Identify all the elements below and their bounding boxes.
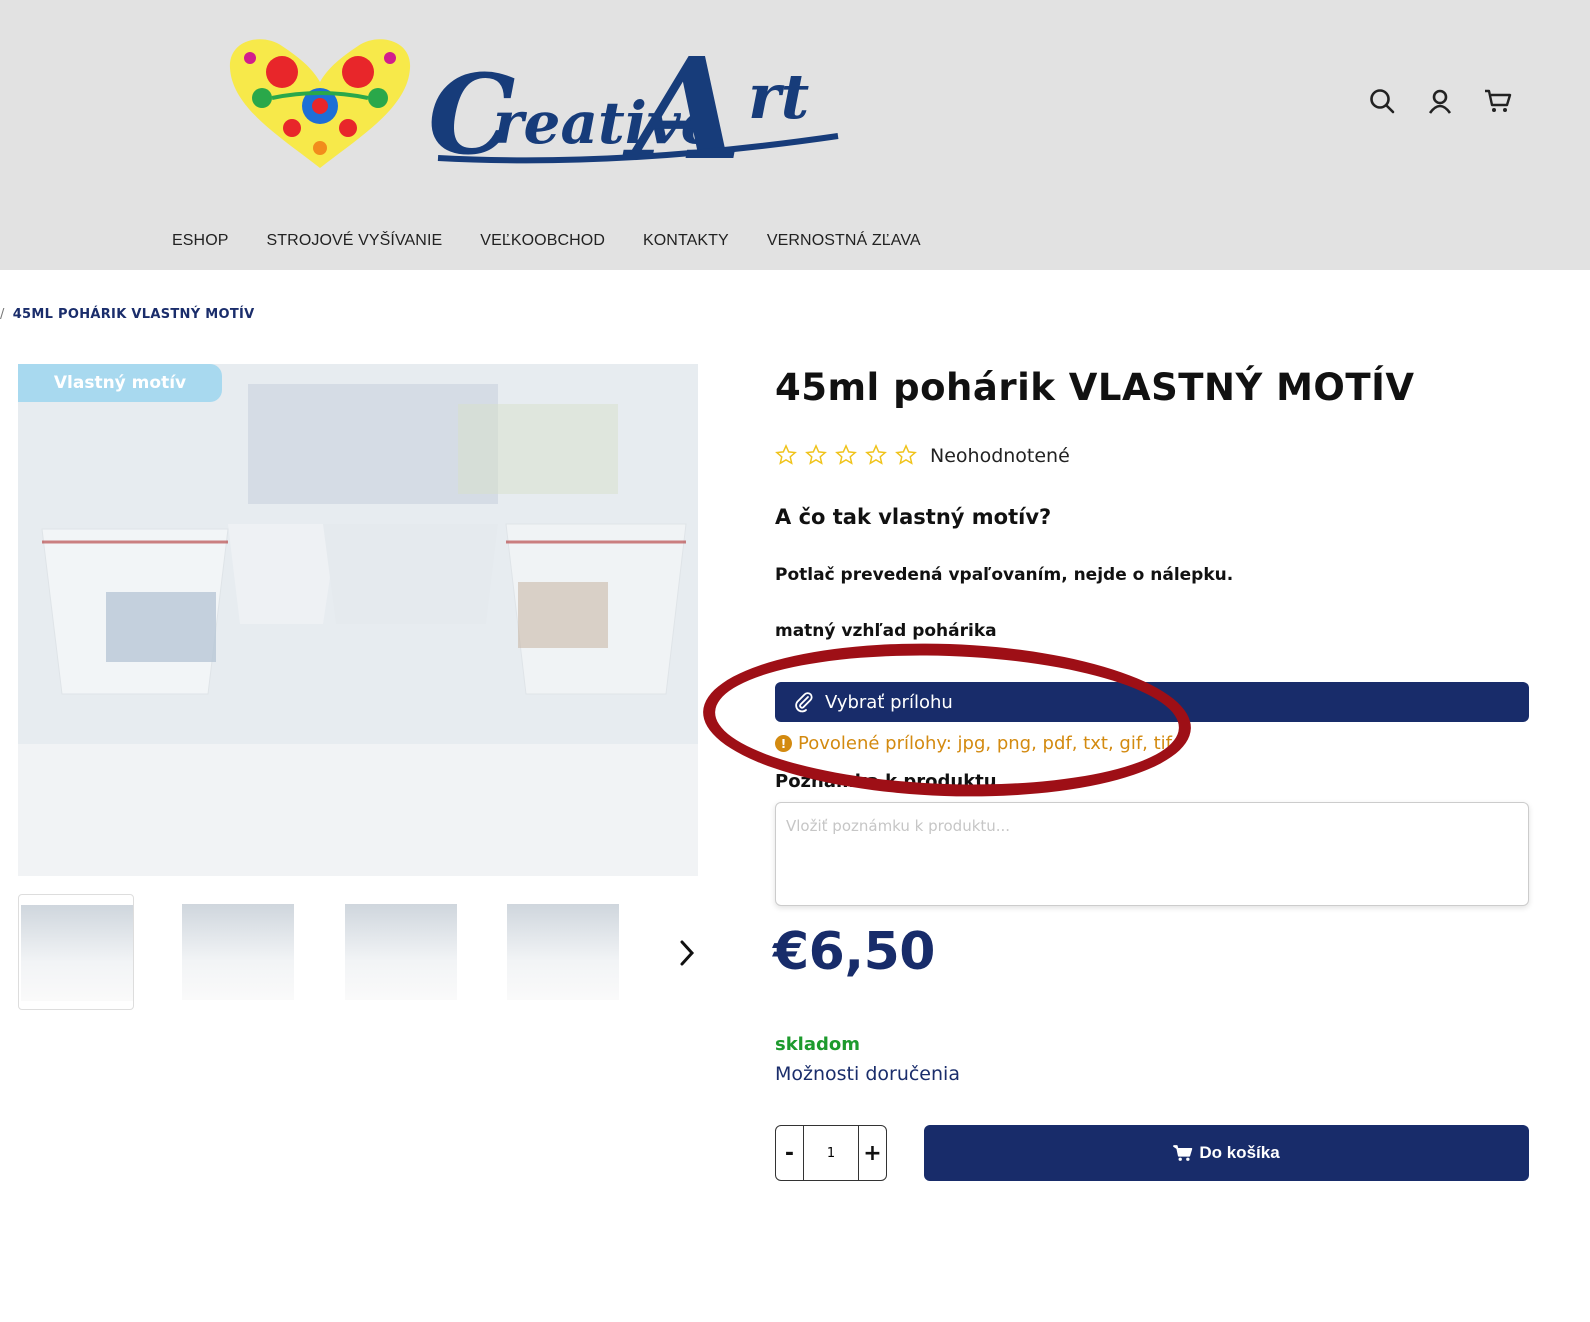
- star-empty-icon: [805, 444, 827, 465]
- breadcrumb: / 45ML POHÁRIK VLASTNÝ MOTÍV: [0, 307, 255, 322]
- product-thumbnail[interactable]: [343, 894, 459, 1010]
- creativeart-logo-text[interactable]: C reative A rt: [418, 8, 858, 193]
- attach-file-label: Vybrať prílohu: [825, 691, 953, 713]
- star-empty-icon: [865, 444, 887, 465]
- star-empty-icon: [895, 444, 917, 465]
- account-button[interactable]: [1425, 86, 1455, 116]
- product-description-1: Potlač prevedená vpaľovaním, nejde o nál…: [775, 565, 1234, 585]
- search-icon: [1370, 89, 1395, 114]
- main-nav: ESHOP STROJOVÉ VYŠÍVANIE VEĽKOOBCHOD KON…: [172, 232, 959, 250]
- product-note-field[interactable]: [775, 802, 1529, 906]
- attach-file-button[interactable]: Vybrať prílohu: [775, 682, 1529, 722]
- cart-icon: [1485, 89, 1512, 112]
- rating-stars: [775, 444, 917, 466]
- product-thumbnail[interactable]: [18, 894, 134, 1010]
- add-to-cart-label: Do košíka: [1199, 1143, 1280, 1162]
- cart-header-button[interactable]: [1483, 86, 1513, 116]
- quantity-decrease-button[interactable]: -: [776, 1126, 803, 1180]
- product-thumbnail[interactable]: [180, 894, 296, 1010]
- product-main-image[interactable]: [18, 364, 698, 876]
- allowed-attachments-notice: ! Povolené prílohy: jpg, png, pdf, txt, …: [775, 733, 1172, 754]
- search-button[interactable]: [1367, 86, 1397, 116]
- star-empty-icon: [835, 444, 857, 465]
- product-thumbnail[interactable]: [505, 894, 621, 1010]
- svg-text:rt: rt: [748, 60, 810, 133]
- user-icon: [1428, 89, 1452, 114]
- quantity-stepper: - +: [775, 1125, 887, 1181]
- chevron-right-icon: [680, 940, 695, 966]
- nav-item-wholesale[interactable]: VEĽKOOBCHOD: [480, 232, 605, 250]
- nav-item-loyalty[interactable]: VERNOSTNÁ ZĽAVA: [767, 232, 921, 250]
- cart-icon: [1173, 1145, 1193, 1161]
- nav-item-contacts[interactable]: KONTAKTY: [643, 232, 729, 250]
- product-price: €6,50: [773, 922, 935, 982]
- custom-motif-badge: Vlastný motív: [18, 364, 222, 402]
- breadcrumb-current: 45ML POHÁRIK VLASTNÝ MOTÍV: [12, 307, 255, 322]
- product-description-2: matný vzhľad pohárika: [775, 621, 997, 641]
- note-label: Poznámka k produktu: [775, 771, 997, 792]
- quantity-input[interactable]: [803, 1126, 859, 1180]
- warning-icon: !: [775, 735, 792, 752]
- delivery-options-link[interactable]: Možnosti doručenia: [775, 1063, 960, 1085]
- quantity-increase-button[interactable]: +: [859, 1126, 886, 1180]
- paperclip-icon: [795, 692, 813, 713]
- add-to-cart-button[interactable]: Do košíka: [924, 1125, 1529, 1181]
- allowed-attachments-text: Povolené prílohy: jpg, png, pdf, txt, gi…: [798, 733, 1172, 754]
- gallery-next-button[interactable]: [676, 938, 698, 968]
- svg-text:A: A: [622, 28, 742, 192]
- site-header: C reative A rt ESHOP STROJOVÉ VYŠÍVANIE …: [0, 0, 1590, 270]
- rating-text: Neohodnotené: [930, 445, 1070, 467]
- star-empty-icon: [775, 444, 797, 465]
- breadcrumb-separator: /: [0, 307, 5, 322]
- product-photo-placeholder: [18, 364, 698, 876]
- product-title: 45ml pohárik VLASTNÝ MOTÍV: [775, 366, 1415, 409]
- folk-heart-logo-icon[interactable]: [222, 28, 418, 170]
- product-subtitle: A čo tak vlastný motív?: [775, 505, 1052, 529]
- nav-item-embroidery[interactable]: STROJOVÉ VYŠÍVANIE: [267, 232, 443, 250]
- nav-item-eshop[interactable]: ESHOP: [172, 232, 229, 250]
- stock-status: skladom: [775, 1034, 861, 1055]
